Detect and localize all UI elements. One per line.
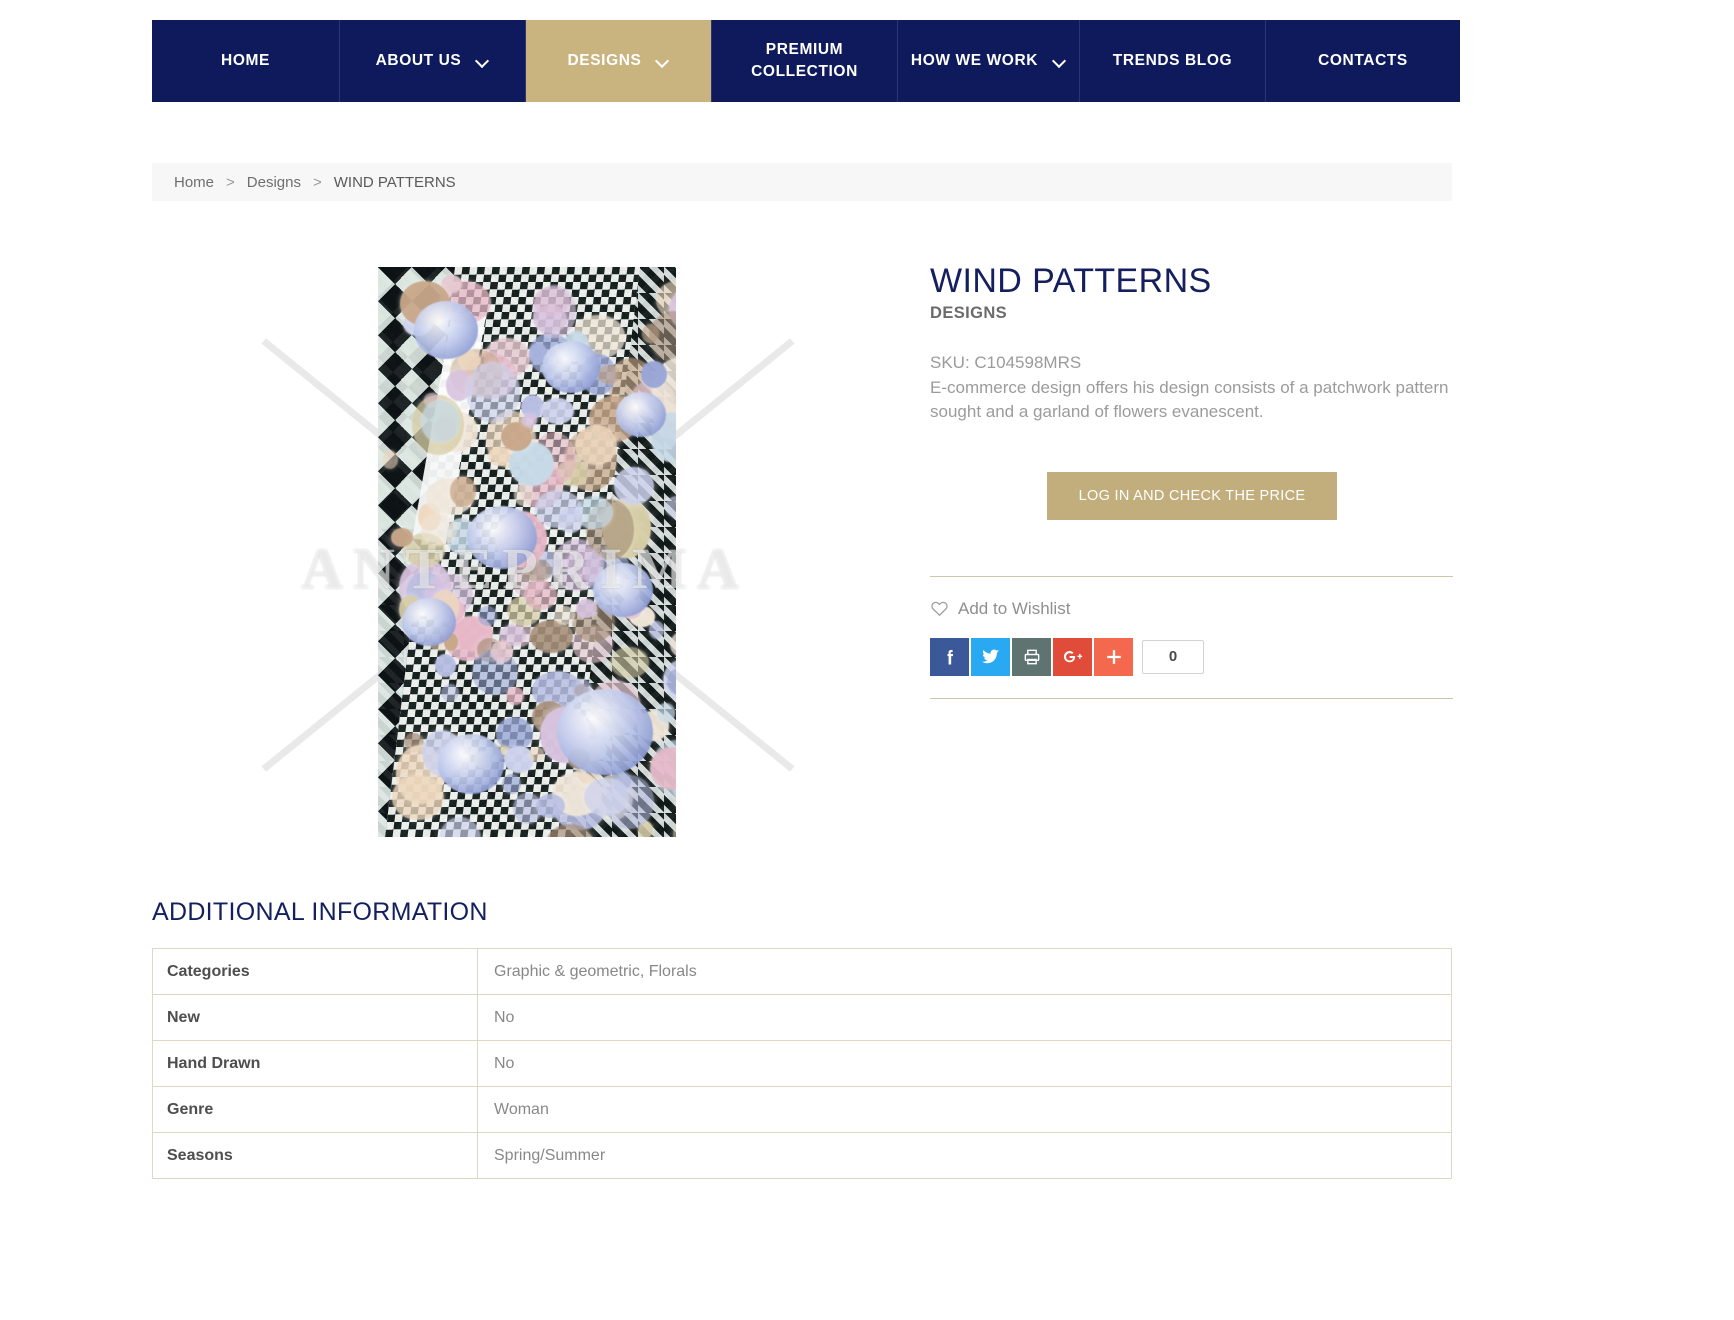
nav-item-contacts[interactable]: CONTACTS [1266,20,1460,102]
breadcrumb-designs[interactable]: Designs [247,174,301,191]
google-plus-icon [1061,647,1085,667]
breadcrumb-separator: > [312,173,322,191]
table-row: Genre Woman [152,1086,1452,1133]
share-googleplus-button[interactable] [1053,637,1092,676]
table-cell-key: Genre [152,1086,478,1133]
table-cell-value: No [477,1040,1452,1087]
nav-item-label: HOW WE WORK [910,51,1039,69]
table-cell-key: Hand Drawn [152,1040,478,1087]
share-more-button[interactable] [1094,637,1133,676]
breadcrumb-current: WIND PATTERNS [333,173,456,191]
facebook-icon [940,647,960,667]
nav-item-label: DESIGNS [567,51,642,69]
nav-item-about-us[interactable]: ABOUT US [340,20,526,102]
breadcrumb: Home > Designs > WIND PATTERNS [152,163,1452,201]
plus-icon [1104,647,1124,667]
share-facebook-button[interactable] [930,637,969,676]
share-twitter-button[interactable] [971,637,1010,676]
breadcrumb-home[interactable]: Home [174,174,214,191]
add-to-wishlist-button[interactable]: Add to Wishlist [930,599,1070,619]
page-title: WIND PATTERNS [930,262,1212,300]
chevron-down-icon [477,55,489,67]
product-gallery: ANTEPRIMA [195,250,855,850]
twitter-icon [980,646,1001,667]
product-image[interactable] [378,267,676,837]
divider [930,697,1453,699]
heart-icon [930,599,949,618]
printer-icon [1022,647,1042,667]
chevron-down-icon [1054,55,1066,67]
table-cell-key: New [152,994,478,1041]
nav-item-home[interactable]: HOME [152,20,340,102]
nav-item-label: TRENDS BLOG [1112,51,1233,69]
login-check-price-button[interactable]: LOG IN AND CHECK THE PRICE [1047,471,1337,520]
table-cell-value: Graphic & geometric, Florals [477,948,1452,995]
nav-item-label: CONTACTS [1318,51,1408,69]
nav-item-label: PREMIUM COLLECTION [751,40,858,80]
table-row: Categories Graphic & geometric, Florals [152,948,1452,995]
table-row: New No [152,994,1452,1041]
nav-item-how-we-work[interactable]: HOW WE WORK [898,20,1080,102]
table-cell-key: Seasons [152,1132,478,1179]
additional-information-heading: ADDITIONAL INFORMATION [152,898,488,926]
product-description: E-commerce design offers his design cons… [930,377,1449,421]
product-category-label: DESIGNS [930,304,1008,323]
add-to-wishlist-label: Add to Wishlist [958,598,1071,618]
nav-item-designs[interactable]: DESIGNS [526,20,712,102]
table-row: Hand Drawn No [152,1040,1452,1087]
divider [930,575,1453,577]
nav-item-premium-collection[interactable]: PREMIUM COLLECTION [712,20,898,102]
share-print-button[interactable] [1012,637,1051,676]
additional-information-table: Categories Graphic & geometric, Florals Ne… [152,948,1452,1179]
main-navigation: HOME ABOUT US DESIGNS PREMIUM COLLECTION HOW… [152,20,1460,102]
table-cell-value: Woman [477,1086,1452,1133]
product-page: HOME ABOUT US DESIGNS PREMIUM COLLECTION HOW… [0,0,1734,1320]
product-sku: SKU: C104598MRS [930,353,1082,373]
chevron-down-icon [657,55,669,67]
product-info: WIND PATTERNS DESIGNS SKU: C104598MRS E-… [930,262,1455,699]
table-cell-key: Categories [152,948,478,995]
social-share-bar: 0 [930,637,1455,676]
nav-item-trends-blog[interactable]: TRENDS BLOG [1080,20,1266,102]
nav-item-label: ABOUT US [375,51,462,69]
table-row: Seasons Spring/Summer [152,1132,1452,1179]
breadcrumb-separator: > [226,173,235,191]
table-cell-value: No [477,994,1452,1041]
share-count: 0 [1142,639,1204,674]
table-cell-value: Spring/Summer [477,1132,1452,1179]
nav-item-label: HOME [221,51,270,69]
